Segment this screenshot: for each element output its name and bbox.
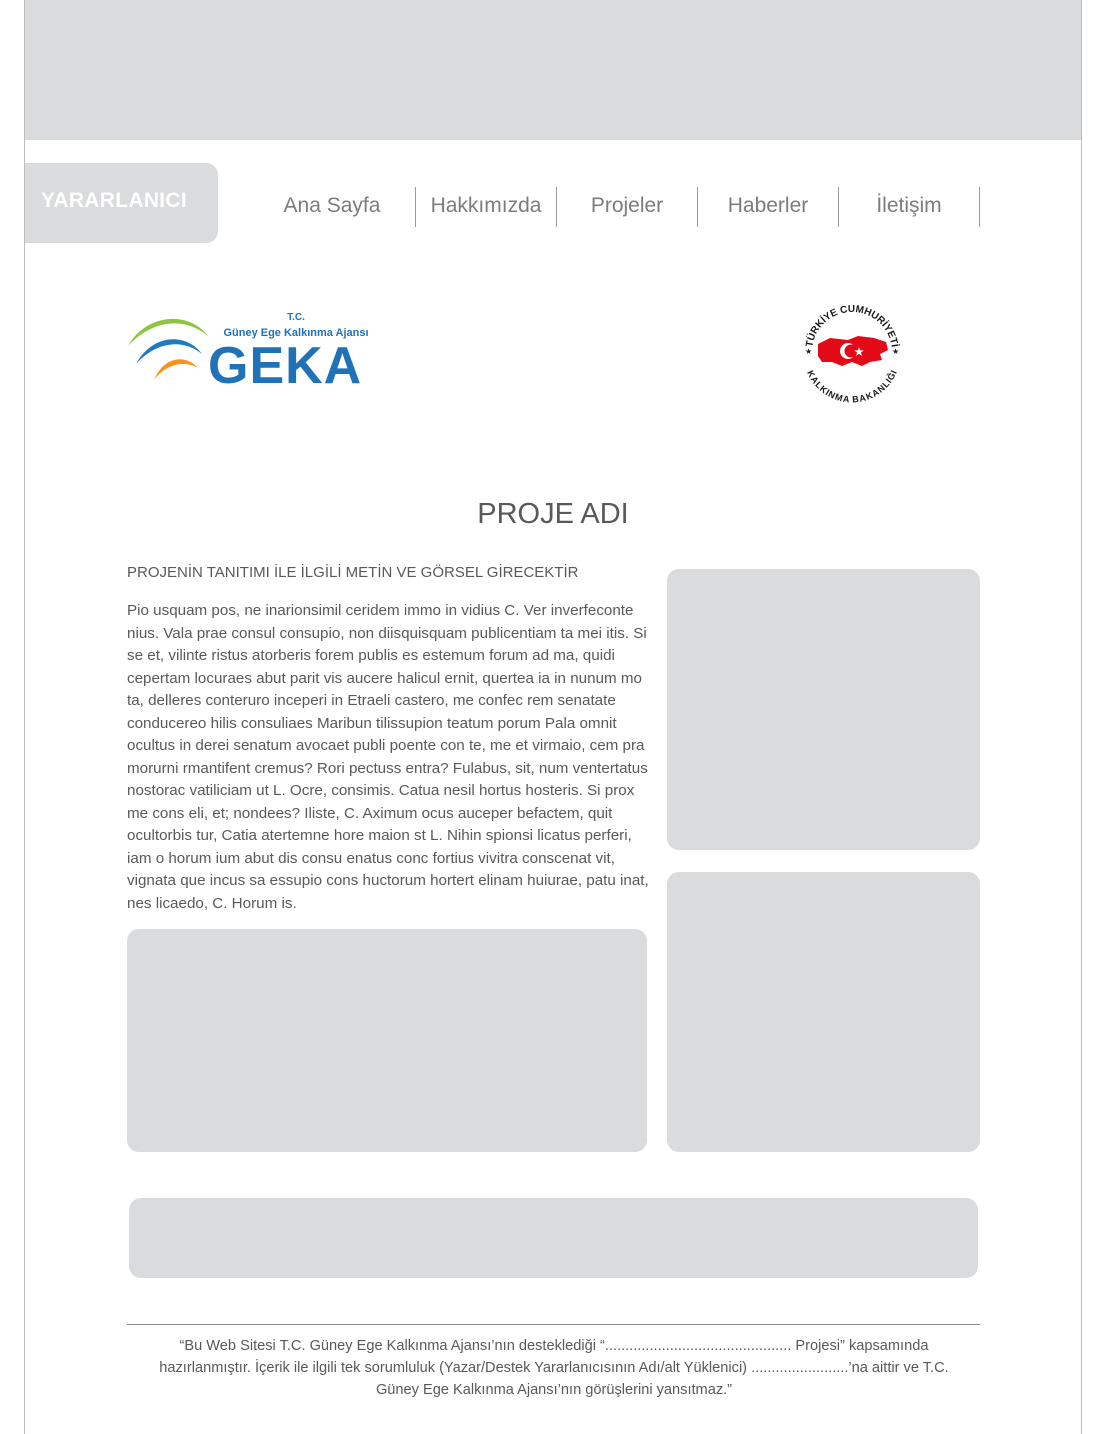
star-icon: ★ bbox=[892, 347, 899, 356]
ministry-seal-graphic: TÜRKİYE CUMHURİYETİ KALKINMA BAKANLIĞI ★… bbox=[804, 304, 902, 405]
image-placeholder-left bbox=[127, 929, 647, 1152]
header-banner-placeholder bbox=[25, 0, 1081, 140]
image-placeholder-top-right bbox=[667, 569, 980, 850]
footer-divider bbox=[127, 1324, 980, 1325]
nav-item-haberler[interactable]: Haberler bbox=[698, 187, 838, 227]
geka-logo-graphic: T.C. Güney Ege Kalkınma Ajansı GEKA bbox=[128, 312, 369, 395]
ministry-bottom-text: KALKINMA BAKANLIĞI bbox=[805, 369, 899, 405]
project-description: Pio usquam pos, ne inarionsimil ceridem … bbox=[127, 602, 649, 912]
geka-blue-arc bbox=[136, 339, 202, 364]
nav-item-iletisim[interactable]: İletişim bbox=[839, 187, 979, 227]
banner-placeholder-bottom bbox=[129, 1198, 978, 1278]
geka-wordmark: GEKA bbox=[208, 337, 362, 392]
nav-item-projeler[interactable]: Projeler bbox=[557, 187, 697, 227]
image-placeholder-bottom-right bbox=[667, 872, 980, 1152]
geka-orange-arc bbox=[154, 359, 198, 380]
geka-logo[interactable]: T.C. Güney Ege Kalkınma Ajansı GEKA bbox=[124, 306, 394, 395]
page-title: PROJE ADI bbox=[477, 498, 629, 530]
footer-disclaimer: “Bu Web Sitesi T.C. Güney Ege Kalkınma A… bbox=[159, 1338, 949, 1398]
geka-tc-text: T.C. bbox=[287, 312, 305, 323]
main-nav: Ana Sayfa Hakkımızda Projeler Haberler İ… bbox=[0, 187, 1094, 227]
nav-item-ana-sayfa[interactable]: Ana Sayfa bbox=[262, 187, 402, 227]
project-subtitle: PROJENİN TANITIMI İLE İLGİLİ METİN VE GÖ… bbox=[127, 564, 579, 581]
nav-divider bbox=[979, 187, 980, 227]
nav-item-hakkimizda[interactable]: Hakkımızda bbox=[416, 187, 556, 227]
star-icon: ★ bbox=[805, 347, 812, 356]
ministry-seal-logo[interactable]: TÜRKİYE CUMHURİYETİ KALKINMA BAKANLIĞI ★… bbox=[796, 296, 908, 408]
